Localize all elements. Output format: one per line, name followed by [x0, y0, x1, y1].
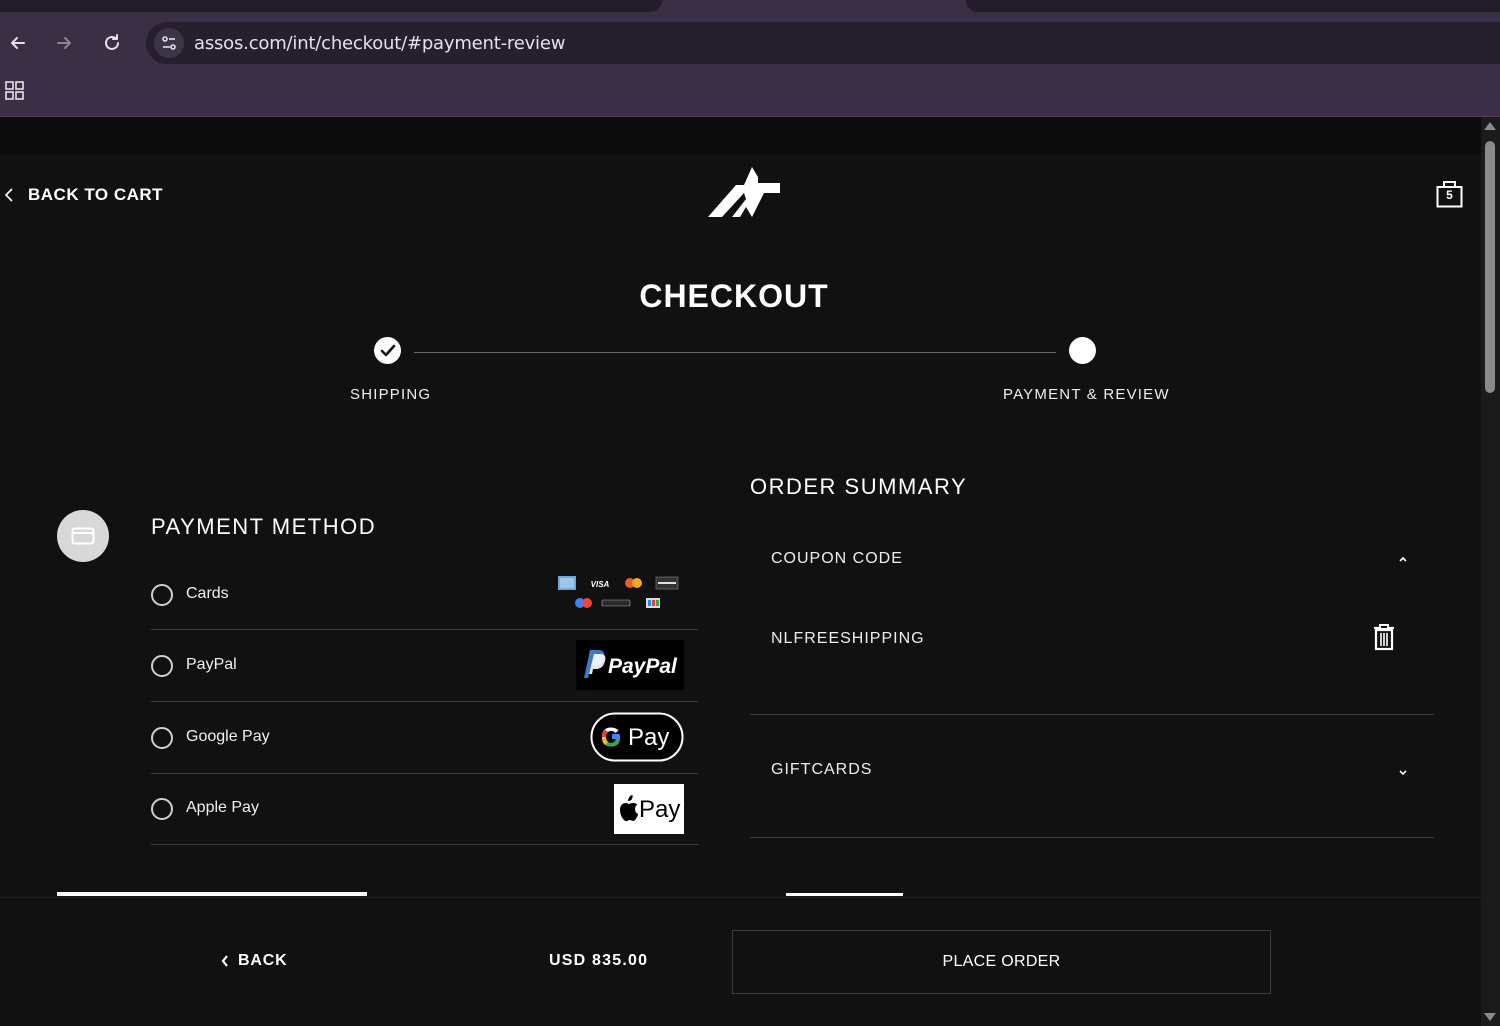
bookmarks-bar	[0, 66, 1500, 117]
top-band	[0, 117, 1481, 155]
payment-option-googlepay[interactable]: Google Pay Pay	[151, 702, 698, 774]
checkmark-icon	[380, 344, 395, 356]
payment-option-cards[interactable]: Cards VISA	[151, 558, 698, 630]
back-button[interactable]: BACK	[220, 952, 287, 970]
scroll-down-arrow-icon[interactable]	[1484, 1013, 1496, 1021]
radio-paypal[interactable]	[151, 655, 173, 677]
payment-method-title: PAYMENT METHOD	[151, 514, 377, 539]
radio-googlepay[interactable]	[151, 727, 173, 749]
radio-cards[interactable]	[151, 584, 173, 606]
order-total: USD 835.00	[549, 952, 649, 969]
summary-divider	[750, 837, 1434, 838]
page-scrollbar[interactable]	[1481, 117, 1500, 1026]
checkout-page: BACK TO CART 5 CHECKOUT SHIPPING PAYMENT…	[0, 117, 1481, 1026]
paypal-logo-text: PayPal	[608, 655, 678, 678]
scroll-up-arrow-icon[interactable]	[1484, 122, 1496, 130]
card-brands-icon: VISA	[556, 574, 680, 617]
back-to-cart-label: BACK TO CART	[28, 185, 164, 204]
order-summary-title: ORDER SUMMARY	[750, 474, 968, 499]
gpay-logo-text: Pay	[628, 724, 669, 751]
payment-option-label: Google Pay	[186, 728, 270, 745]
coupon-code-toggle[interactable]: COUPON CODE	[771, 550, 903, 568]
radio-applepay[interactable]	[151, 798, 173, 820]
assos-logo-icon[interactable]	[706, 163, 784, 224]
forward-arrow-icon[interactable]	[49, 28, 79, 58]
page-title: CHECKOUT	[639, 278, 829, 314]
step-label-payment: PAYMENT & REVIEW	[1003, 386, 1170, 403]
gpay-logo-icon: Pay	[590, 712, 684, 767]
step-label-shipping[interactable]: SHIPPING	[350, 386, 431, 403]
checkout-footer: BACK USD 835.00 PLACE ORDER	[0, 897, 1481, 1026]
scrollbar-thumb[interactable]	[1485, 141, 1495, 393]
chevron-up-icon[interactable]	[1398, 551, 1408, 567]
stepper-line	[414, 352, 1056, 353]
browser-tab[interactable]	[966, 0, 1500, 12]
cart-bag-button[interactable]: 5	[1436, 180, 1463, 213]
place-order-button[interactable]: PLACE ORDER	[732, 930, 1271, 994]
back-arrow-icon[interactable]	[3, 28, 33, 58]
payment-method-badge	[57, 510, 109, 562]
payment-progress-indicator	[57, 892, 367, 896]
apps-grid-icon[interactable]	[5, 81, 25, 106]
chevron-left-icon	[4, 188, 13, 202]
chevron-down-icon[interactable]	[1398, 765, 1408, 781]
browser-tabstrip	[0, 0, 1500, 20]
applepay-logo-icon: Pay	[614, 784, 684, 839]
giftcards-toggle[interactable]: GIFTCARDS	[771, 761, 872, 779]
chevron-left-icon	[221, 955, 228, 967]
payment-option-label: Apple Pay	[186, 799, 259, 816]
browser-tab[interactable]	[0, 0, 662, 12]
cart-count-badge: 5	[1446, 188, 1453, 202]
credit-card-icon	[71, 527, 95, 545]
applied-coupon-code: NLFREESHIPPING	[771, 630, 925, 647]
browser-toolbar: assos.com/int/checkout/#payment-review	[0, 20, 1500, 66]
step-payment-current-indicator	[1069, 337, 1096, 364]
back-button-label: BACK	[238, 952, 288, 969]
step-shipping-done-indicator[interactable]	[374, 337, 401, 364]
payment-option-label: Cards	[186, 585, 229, 602]
url-text[interactable]: assos.com/int/checkout/#payment-review	[194, 33, 565, 54]
trash-icon[interactable]	[1372, 623, 1396, 656]
summary-divider	[750, 714, 1434, 715]
payment-option-label: PayPal	[186, 656, 237, 673]
applepay-logo-text: Pay	[639, 796, 680, 823]
payment-option-applepay[interactable]: Apple Pay Pay	[151, 773, 698, 845]
paypal-logo-icon: PayPal	[576, 640, 684, 695]
back-to-cart-link[interactable]: BACK TO CART	[4, 185, 163, 205]
address-bar[interactable]: assos.com/int/checkout/#payment-review	[146, 22, 1500, 64]
summary-progress-indicator	[786, 893, 903, 896]
reload-icon[interactable]	[97, 28, 127, 58]
payment-option-paypal[interactable]: PayPal PayPal	[151, 630, 698, 702]
svg-text:VISA: VISA	[591, 580, 610, 589]
site-settings-icon[interactable]	[154, 28, 184, 58]
